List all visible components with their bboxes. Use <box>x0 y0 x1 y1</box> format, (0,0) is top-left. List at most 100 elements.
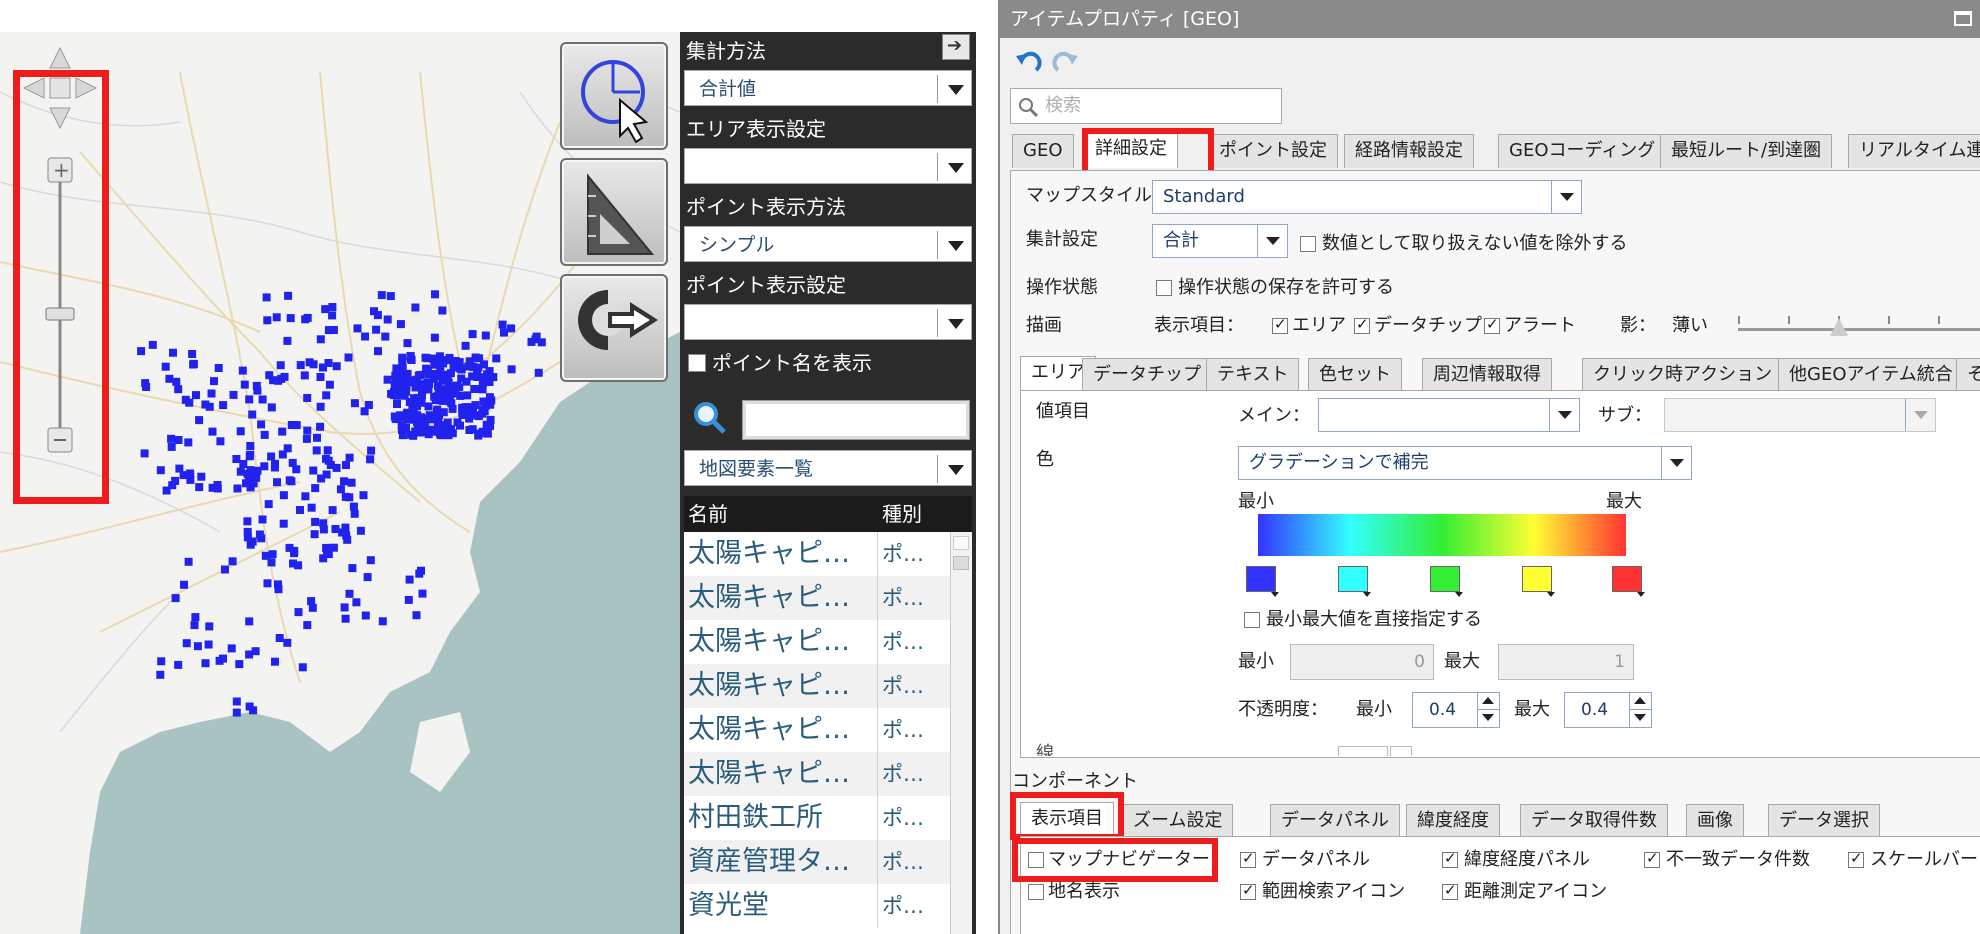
map-point-marker[interactable] <box>468 330 477 339</box>
map-point-marker[interactable] <box>165 374 174 383</box>
map-point-marker[interactable] <box>473 373 482 381</box>
sub-value-select[interactable] <box>1664 398 1936 432</box>
map-point-marker[interactable] <box>221 565 229 574</box>
map-point-marker[interactable] <box>197 472 206 481</box>
map-point-marker[interactable] <box>201 400 210 409</box>
map-point-marker[interactable] <box>156 670 165 679</box>
map-point-marker[interactable] <box>387 389 396 398</box>
data-panel-checkbox[interactable] <box>1240 849 1256 868</box>
map-point-marker[interactable] <box>345 589 354 598</box>
map-point-marker[interactable] <box>312 446 321 455</box>
map-point-marker[interactable] <box>366 455 375 464</box>
map-point-marker[interactable] <box>252 381 261 390</box>
stepper-down-icon[interactable] <box>1629 710 1651 727</box>
list-item[interactable]: 資産管理タ… ポ… <box>684 840 972 884</box>
list-item[interactable]: 太陽キャピ… ポ… <box>684 708 972 752</box>
map-point-marker[interactable] <box>423 366 432 375</box>
shadow-slider[interactable] <box>1738 316 1980 340</box>
save-op-state-checkbox[interactable] <box>1156 280 1172 296</box>
inner-tab-colorset[interactable]: 色セット <box>1308 358 1402 392</box>
map-point-marker[interactable] <box>148 340 157 349</box>
map-point-marker[interactable] <box>476 385 485 394</box>
maximize-icon[interactable] <box>1954 11 1972 26</box>
draw-alert-checkbox[interactable] <box>1484 315 1500 334</box>
min-value-input[interactable]: 0 <box>1290 644 1434 680</box>
main-value-select[interactable] <box>1318 398 1580 432</box>
map-point-marker[interactable] <box>208 483 217 492</box>
stepper-up-icon[interactable] <box>1477 693 1499 710</box>
map-point-marker[interactable] <box>264 500 273 509</box>
map-point-marker[interactable] <box>310 530 319 539</box>
map-point-marker[interactable] <box>417 566 425 575</box>
map-point-marker[interactable] <box>424 402 433 411</box>
inner-tab-click-action[interactable]: クリック時アクション <box>1582 358 1784 392</box>
map-point-marker[interactable] <box>167 434 176 443</box>
map-point-marker[interactable] <box>167 442 176 451</box>
scroll-thumb[interactable] <box>953 556 969 570</box>
map-point-marker[interactable] <box>137 347 146 356</box>
comp-tab-data-select[interactable]: データ選択 <box>1768 804 1880 838</box>
map-point-marker[interactable] <box>262 293 271 302</box>
map-point-marker[interactable] <box>465 426 474 434</box>
map-point-marker[interactable] <box>458 408 467 417</box>
map-point-marker[interactable] <box>324 359 333 367</box>
map-point-marker[interactable] <box>419 427 428 436</box>
map-point-marker[interactable] <box>283 638 292 647</box>
comp-tab-data-count[interactable]: データ取得件数 <box>1520 804 1668 838</box>
map-point-marker[interactable] <box>463 391 472 400</box>
map-point-marker[interactable] <box>255 530 264 539</box>
list-scrollbar[interactable] <box>950 532 972 934</box>
color-swatch-5[interactable] <box>1612 566 1645 597</box>
map-point-marker[interactable] <box>486 415 495 424</box>
map-point-marker[interactable] <box>403 339 412 348</box>
map-point-marker[interactable] <box>319 525 328 534</box>
map-point-marker[interactable] <box>289 559 297 568</box>
map-point-marker[interactable] <box>246 466 255 475</box>
map-point-marker[interactable] <box>257 420 266 429</box>
map-point-marker[interactable] <box>406 352 415 361</box>
map-point-marker[interactable] <box>414 371 423 380</box>
map-point-marker[interactable] <box>270 463 279 472</box>
map-point-marker[interactable] <box>263 579 272 588</box>
map-point-marker[interactable] <box>412 611 421 620</box>
color-swatch-4[interactable] <box>1522 566 1555 597</box>
list-item[interactable]: 村田鉄工所 ポ… <box>684 796 972 840</box>
map-point-marker[interactable] <box>359 491 368 500</box>
map-point-marker[interactable] <box>321 305 330 314</box>
max-value-input[interactable]: 1 <box>1498 644 1634 680</box>
scale-bar-checkbox[interactable] <box>1848 849 1864 868</box>
area-display-select[interactable] <box>684 148 972 184</box>
range-search-icon-checkbox[interactable] <box>1240 881 1256 900</box>
mismatch-count-checkbox[interactable] <box>1644 849 1660 868</box>
map-point-marker[interactable] <box>229 390 238 399</box>
draw-datatip-checkbox[interactable] <box>1354 315 1370 334</box>
map-point-marker[interactable] <box>471 353 480 362</box>
map-point-marker[interactable] <box>411 303 420 312</box>
map-point-marker[interactable] <box>271 657 279 666</box>
map-point-marker[interactable] <box>298 663 307 672</box>
place-name-checkbox[interactable] <box>1028 884 1044 900</box>
map-point-marker[interactable] <box>190 621 199 630</box>
map-point-marker[interactable] <box>324 550 333 559</box>
map-point-marker[interactable] <box>309 360 318 369</box>
distance-measure-button[interactable] <box>560 158 668 266</box>
map-point-marker[interactable] <box>279 491 288 500</box>
map-point-marker[interactable] <box>316 402 325 411</box>
map-point-marker[interactable] <box>316 373 325 381</box>
map-point-marker[interactable] <box>328 506 337 515</box>
inner-tab-other[interactable]: そ <box>1956 358 1980 392</box>
map-point-marker[interactable] <box>316 422 325 431</box>
map-point-marker[interactable] <box>353 324 362 333</box>
aggregate-method-select[interactable]: 合計値 <box>684 70 972 106</box>
map-point-marker[interactable] <box>398 431 407 440</box>
map-point-marker[interactable] <box>345 453 354 462</box>
map-point-marker[interactable] <box>275 634 284 642</box>
map-point-marker[interactable] <box>350 509 359 518</box>
map-point-marker[interactable] <box>219 401 228 410</box>
map-point-marker[interactable] <box>309 466 318 475</box>
map-point-marker[interactable] <box>396 320 405 329</box>
map-point-marker[interactable] <box>429 374 438 383</box>
map-point-marker[interactable] <box>328 303 337 311</box>
map-point-marker[interactable] <box>208 427 217 436</box>
map-point-marker[interactable] <box>439 359 448 368</box>
